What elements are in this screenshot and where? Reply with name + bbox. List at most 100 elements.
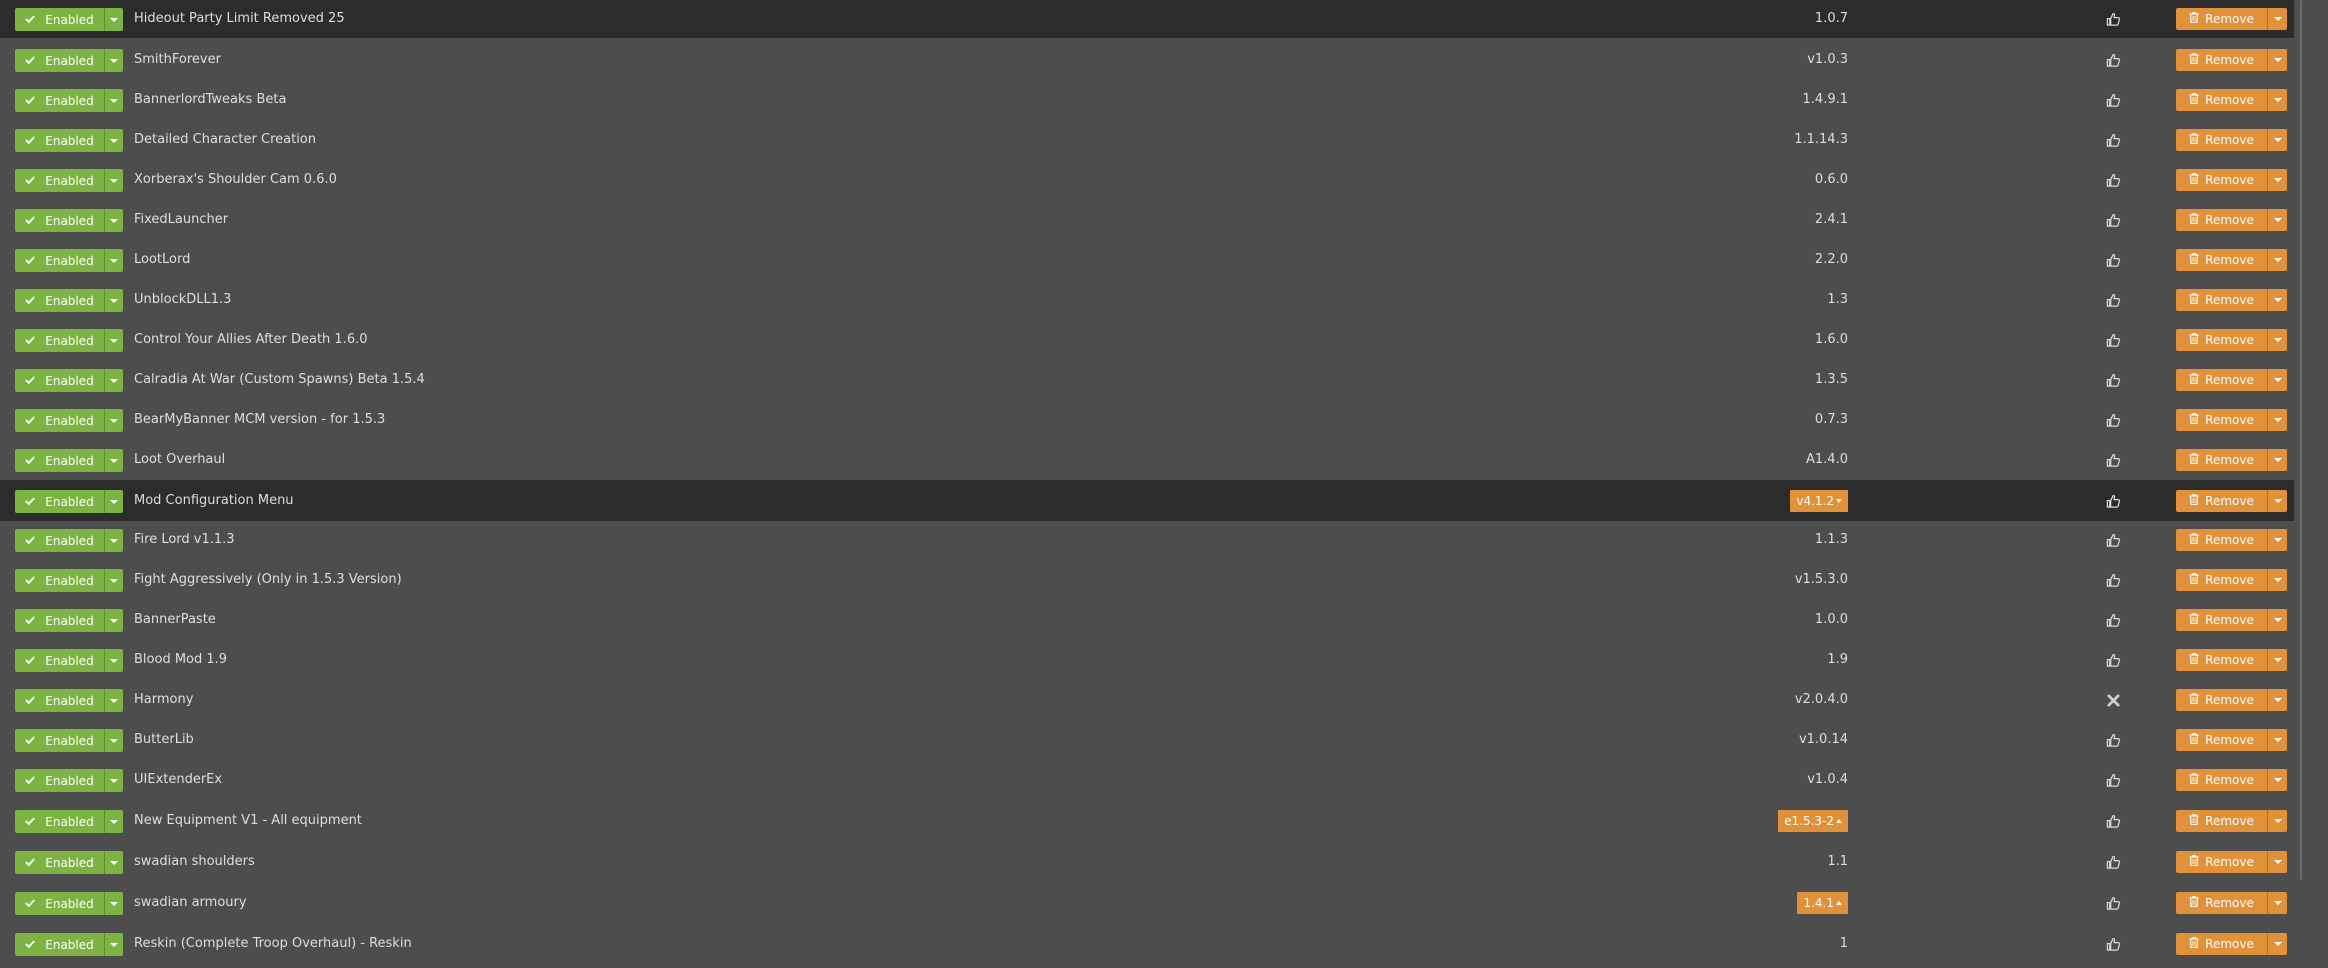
enabled-button[interactable]: Enabled (15, 89, 105, 112)
enabled-dropdown-button[interactable] (105, 729, 123, 752)
mod-row[interactable]: Enabled Fire Lord v1.1.3 1.1.3 Remove (6, 520, 2294, 560)
remove-button[interactable]: Remove (2176, 209, 2268, 231)
enabled-dropdown-button[interactable] (105, 329, 123, 352)
remove-dropdown-button[interactable] (2268, 369, 2287, 391)
enabled-button[interactable]: Enabled (15, 369, 105, 392)
thumbs-up-icon[interactable] (2103, 50, 2123, 70)
mod-row[interactable]: Enabled UIExtenderEx v1.0.4 Remove (6, 760, 2294, 800)
enabled-dropdown-button[interactable] (105, 369, 123, 392)
remove-dropdown-button[interactable] (2268, 769, 2287, 791)
remove-dropdown-button[interactable] (2268, 289, 2287, 311)
thumbs-up-icon[interactable] (2103, 90, 2123, 110)
enabled-button[interactable]: Enabled (15, 329, 105, 352)
mod-row[interactable]: Enabled swadian shoulders 1.1 Remove (6, 841, 2294, 882)
remove-button[interactable]: Remove (2176, 49, 2268, 71)
thumbs-up-icon[interactable] (2103, 290, 2123, 310)
thumbs-up-icon[interactable] (2103, 330, 2123, 350)
mod-row[interactable]: Enabled New Equipment V1 - All equipment e… (6, 800, 2294, 841)
remove-button[interactable]: Remove (2176, 729, 2268, 751)
mod-row[interactable]: Enabled FixedLauncher 2.4.1 Remove (6, 200, 2294, 240)
remove-button[interactable]: Remove (2176, 529, 2268, 551)
remove-dropdown-button[interactable] (2268, 851, 2287, 873)
thumbs-up-icon[interactable] (2103, 730, 2123, 750)
enabled-dropdown-button[interactable] (105, 569, 123, 592)
thumbs-up-icon[interactable] (2103, 570, 2123, 590)
remove-dropdown-button[interactable] (2268, 529, 2287, 551)
thumbs-up-icon[interactable] (2103, 610, 2123, 630)
remove-button[interactable]: Remove (2176, 369, 2268, 391)
remove-button[interactable]: Remove (2176, 129, 2268, 151)
enabled-dropdown-button[interactable] (105, 649, 123, 672)
enabled-button[interactable]: Enabled (15, 8, 105, 31)
remove-dropdown-button[interactable] (2268, 729, 2287, 751)
remove-button[interactable]: Remove (2176, 490, 2268, 512)
enabled-button[interactable]: Enabled (15, 569, 105, 592)
enabled-button[interactable]: Enabled (15, 529, 105, 552)
version-update-badge[interactable]: e1.5.3-2 (1778, 810, 1848, 832)
remove-dropdown-button[interactable] (2268, 169, 2287, 191)
remove-button[interactable]: Remove (2176, 449, 2268, 471)
thumbs-up-icon[interactable] (2103, 770, 2123, 790)
mod-row[interactable]: Enabled BannerPaste 1.0.0 Remove (6, 600, 2294, 640)
remove-dropdown-button[interactable] (2268, 609, 2287, 631)
enabled-dropdown-button[interactable] (105, 490, 123, 513)
remove-dropdown-button[interactable] (2268, 933, 2287, 955)
enabled-dropdown-button[interactable] (105, 49, 123, 72)
remove-dropdown-button[interactable] (2268, 49, 2287, 71)
thumbs-up-icon[interactable] (2103, 9, 2123, 29)
remove-button[interactable]: Remove (2176, 169, 2268, 191)
remove-button[interactable]: Remove (2176, 649, 2268, 671)
remove-dropdown-button[interactable] (2268, 490, 2287, 512)
enabled-dropdown-button[interactable] (105, 169, 123, 192)
remove-dropdown-button[interactable] (2268, 892, 2287, 914)
enabled-button[interactable]: Enabled (15, 490, 105, 513)
thumbs-up-icon[interactable] (2103, 130, 2123, 150)
remove-button[interactable]: Remove (2176, 851, 2268, 873)
thumbs-up-icon[interactable] (2103, 410, 2123, 430)
thumbs-up-icon[interactable] (2103, 530, 2123, 550)
mod-row[interactable]: Enabled BearMyBanner MCM version - for 1.… (6, 400, 2294, 440)
remove-button[interactable]: Remove (2176, 329, 2268, 351)
remove-dropdown-button[interactable] (2268, 129, 2287, 151)
enabled-button[interactable]: Enabled (15, 729, 105, 752)
enabled-dropdown-button[interactable] (105, 209, 123, 232)
mod-row[interactable]: Enabled Fight Aggressively (Only in 1.5.3… (6, 560, 2294, 600)
remove-button[interactable]: Remove (2176, 569, 2268, 591)
remove-button[interactable]: Remove (2176, 609, 2268, 631)
enabled-dropdown-button[interactable] (105, 851, 123, 874)
mod-row[interactable]: Enabled LootLord 2.2.0 Remove (6, 240, 2294, 280)
enabled-dropdown-button[interactable] (105, 249, 123, 272)
thumbs-up-icon[interactable] (2103, 210, 2123, 230)
remove-button[interactable]: Remove (2176, 689, 2268, 711)
thumbs-up-icon[interactable] (2103, 370, 2123, 390)
enabled-dropdown-button[interactable] (105, 529, 123, 552)
enabled-dropdown-button[interactable] (105, 89, 123, 112)
mod-row[interactable]: Enabled ButterLib v1.0.14 Remove (6, 720, 2294, 760)
enabled-button[interactable]: Enabled (15, 810, 105, 833)
mod-row[interactable]: Enabled Xorberax's Shoulder Cam 0.6.0 0.6.… (6, 160, 2294, 200)
version-update-badge[interactable]: v4.1.2 (1790, 490, 1848, 512)
mod-row[interactable]: Enabled Harmony v2.0.4.0 Remove (6, 680, 2294, 720)
scrollbar[interactable] (2298, 0, 2328, 968)
enabled-button[interactable]: Enabled (15, 289, 105, 312)
enabled-dropdown-button[interactable] (105, 289, 123, 312)
mod-row[interactable]: Enabled BannerlordTweaks Beta 1.4.9.1 Remov… (6, 80, 2294, 120)
remove-dropdown-button[interactable] (2268, 409, 2287, 431)
scrollbar-thumb[interactable] (2300, 0, 2302, 880)
mod-row[interactable]: Enabled Blood Mod 1.9 1.9 Remove (6, 640, 2294, 680)
enabled-button[interactable]: Enabled (15, 769, 105, 792)
enabled-button[interactable]: Enabled (15, 129, 105, 152)
enabled-dropdown-button[interactable] (105, 933, 123, 956)
mod-row[interactable]: Enabled SmithForever v1.0.3 Remove (6, 40, 2294, 80)
enabled-button[interactable]: Enabled (15, 409, 105, 432)
enabled-button[interactable]: Enabled (15, 892, 105, 915)
thumbs-up-icon[interactable] (2103, 170, 2123, 190)
enabled-dropdown-button[interactable] (105, 810, 123, 833)
mod-row[interactable]: Enabled Mod Configuration Menu v4.1.2 Remov… (0, 480, 2294, 521)
thumbs-up-icon[interactable] (2103, 650, 2123, 670)
enabled-button[interactable]: Enabled (15, 449, 105, 472)
thumbs-up-icon[interactable] (2103, 852, 2123, 872)
remove-dropdown-button[interactable] (2268, 449, 2287, 471)
mod-row[interactable]: Enabled Detailed Character Creation 1.1.14… (6, 120, 2294, 160)
version-update-badge[interactable]: 1.4.1 (1797, 892, 1848, 914)
